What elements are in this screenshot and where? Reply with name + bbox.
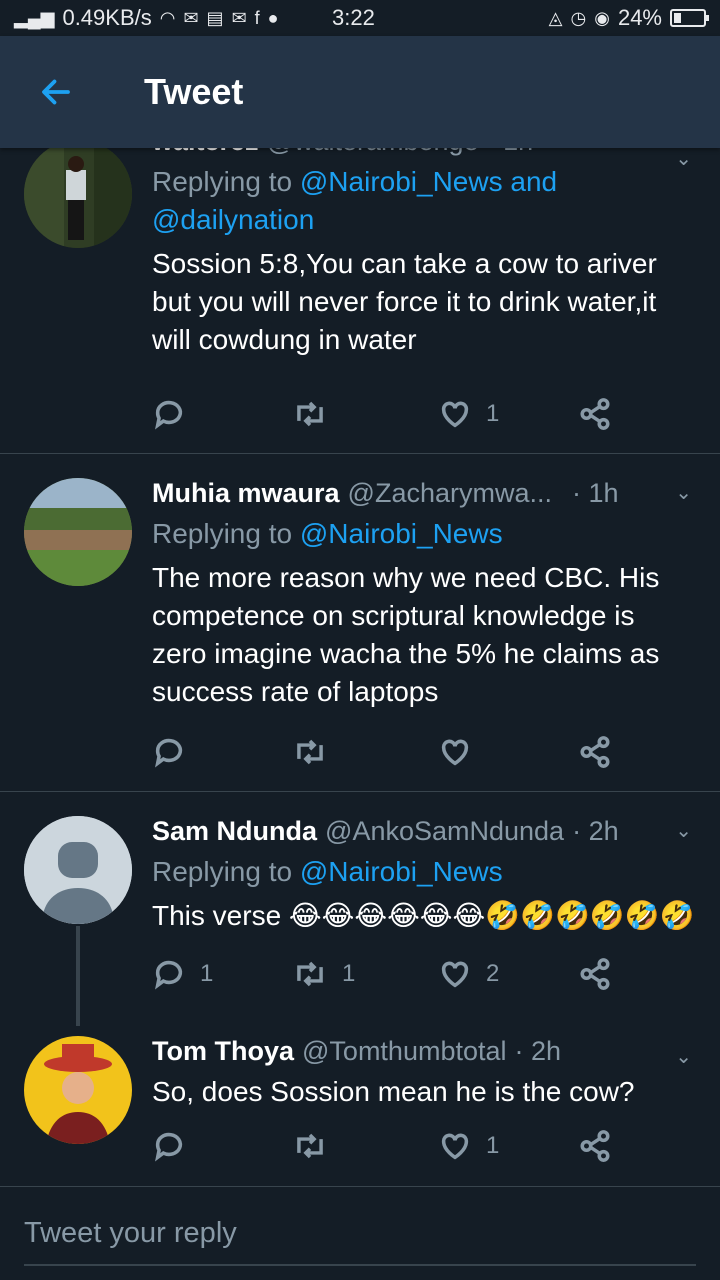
share-button[interactable]	[578, 397, 612, 431]
chevron-down-icon[interactable]: ⌄	[675, 146, 692, 171]
share-icon	[580, 736, 610, 768]
like-count: 1	[486, 1132, 500, 1159]
avatar[interactable]	[24, 478, 132, 586]
like-count: 2	[486, 960, 500, 987]
replying-to-label: Replying to	[152, 166, 293, 197]
reply-composer: Tweet your reply	[0, 1186, 720, 1280]
default-avatar-icon	[24, 816, 132, 924]
reply-input[interactable]: Tweet your reply	[24, 1217, 237, 1250]
share-button[interactable]	[578, 1129, 612, 1163]
tweet-text: So, does Sossion mean he is the cow?	[152, 1076, 635, 1107]
reply-button[interactable]: 1	[152, 957, 213, 991]
tweet-time: · 2h	[572, 816, 619, 846]
avatar[interactable]	[24, 140, 132, 248]
retweet-count: 1	[342, 960, 356, 987]
retweet-button[interactable]	[292, 397, 342, 431]
thread-connector	[76, 926, 80, 1026]
battery-percent: 24%	[617, 5, 662, 30]
retweet-icon	[297, 961, 323, 987]
chevron-down-icon[interactable]: ⌄	[675, 1044, 692, 1069]
retweet-button[interactable]	[292, 1129, 342, 1163]
tweet-time: · 2h	[514, 1036, 562, 1066]
tweet-text: This verse 😂😂😂😂😂😂🤣🤣🤣🤣🤣🤣🤣	[152, 900, 696, 931]
input-underline	[24, 1264, 696, 1266]
reply-button[interactable]	[152, 735, 200, 769]
alarm-icon: ◷	[570, 7, 587, 28]
tweet[interactable]: Tom Thoya @Tomthumbtotal · 2h So, does S…	[0, 1018, 720, 1186]
replying-to-mentions[interactable]: @Nairobi_News	[300, 856, 503, 887]
network-speed: 0.49KB/s	[62, 5, 152, 30]
tweet[interactable]: Sam Ndunda @AnkoSamNdunda · 2h Replying …	[0, 792, 720, 1018]
avatar-photo-icon	[24, 140, 132, 248]
mail-icon: ✉	[231, 7, 247, 28]
author-handle[interactable]: @AnkoSamNdunda	[325, 816, 564, 847]
avatar-photo-icon	[24, 478, 132, 586]
tweet[interactable]: walterez @walterambenge · 1h Replying to…	[0, 120, 720, 454]
reply-button[interactable]	[152, 1129, 200, 1163]
eye-icon: ◉	[594, 7, 610, 28]
replying-to: Replying to @Nairobi_News	[152, 853, 696, 891]
author-handle[interactable]: @Zacharymwa...	[348, 478, 552, 509]
tweet-text: The more reason why we need CBC. His com…	[152, 562, 660, 707]
reply-button[interactable]	[152, 397, 200, 431]
heart-icon	[441, 961, 469, 988]
back-button[interactable]	[0, 36, 112, 148]
avatar-photo-icon	[24, 1036, 132, 1144]
replying-to-label: Replying to	[152, 518, 293, 549]
heart-icon	[441, 1133, 469, 1160]
like-button[interactable]	[438, 735, 486, 769]
like-button[interactable]: 2	[438, 957, 499, 991]
heart-icon	[441, 401, 469, 428]
like-count: 1	[486, 400, 500, 427]
chevron-down-icon[interactable]: ⌄	[675, 480, 692, 505]
signal-icon: ▂▄▆	[14, 7, 55, 28]
retweet-icon	[297, 1133, 323, 1159]
status-bar: ▂▄▆ 0.49KB/s ◠ ✉ ▤ ✉ f ● 3:22 ◬ ◷ ◉ 24%	[0, 0, 720, 36]
reply-icon	[155, 738, 183, 768]
replying-to-label: Replying to	[152, 856, 293, 887]
mute-icon: ◬	[548, 7, 563, 28]
page-title: Tweet	[144, 71, 244, 112]
clock: 3:22	[332, 5, 375, 30]
replying-to: Replying to @Nairobi_News and @dailynati…	[152, 163, 696, 239]
reply-count: 1	[200, 960, 214, 987]
author-handle[interactable]: @Tomthumbtotal	[302, 1036, 507, 1067]
reply-icon	[155, 400, 183, 430]
retweet-icon	[297, 739, 323, 765]
tweet-text: Sossion 5:8,You can take a cow to ariver…	[152, 248, 657, 355]
replying-to-mentions[interactable]: @Nairobi_News	[300, 518, 503, 549]
author-name[interactable]: Sam Ndunda	[152, 816, 317, 847]
share-button[interactable]	[578, 957, 612, 991]
share-button[interactable]	[578, 735, 612, 769]
chevron-down-icon[interactable]: ⌄	[675, 818, 692, 843]
author-name[interactable]: Tom Thoya	[152, 1036, 294, 1067]
tweet-time: · 1h	[572, 478, 619, 508]
retweet-icon	[297, 401, 323, 427]
chat-icon: ●	[267, 7, 279, 28]
avatar[interactable]	[24, 1036, 132, 1144]
avatar[interactable]	[24, 816, 132, 924]
gmail-icon: ✉	[183, 7, 199, 28]
battery-icon	[670, 9, 709, 27]
like-button[interactable]: 1	[438, 1129, 499, 1163]
like-button[interactable]: 1	[438, 397, 499, 431]
retweet-button[interactable]	[292, 735, 342, 769]
heart-icon	[441, 739, 469, 766]
reply-timeline[interactable]: walterez @walterambenge · 1h Replying to…	[0, 120, 720, 1186]
share-icon	[580, 1130, 610, 1162]
app-bar: Tweet	[0, 36, 720, 148]
author-name[interactable]: Muhia mwaura	[152, 478, 340, 509]
wifi-icon: ◠	[159, 7, 176, 28]
share-icon	[580, 958, 610, 990]
news-icon: ▤	[206, 7, 224, 28]
arrow-left-icon	[42, 79, 70, 105]
reply-icon	[155, 1132, 183, 1162]
facebook-icon: f	[254, 7, 260, 28]
share-icon	[580, 398, 610, 430]
replying-to: Replying to @Nairobi_News	[152, 515, 696, 553]
reply-icon	[155, 960, 183, 990]
retweet-button[interactable]: 1	[292, 957, 355, 991]
tweet[interactable]: Muhia mwaura @Zacharymwa... · 1h Replyin…	[0, 454, 720, 792]
